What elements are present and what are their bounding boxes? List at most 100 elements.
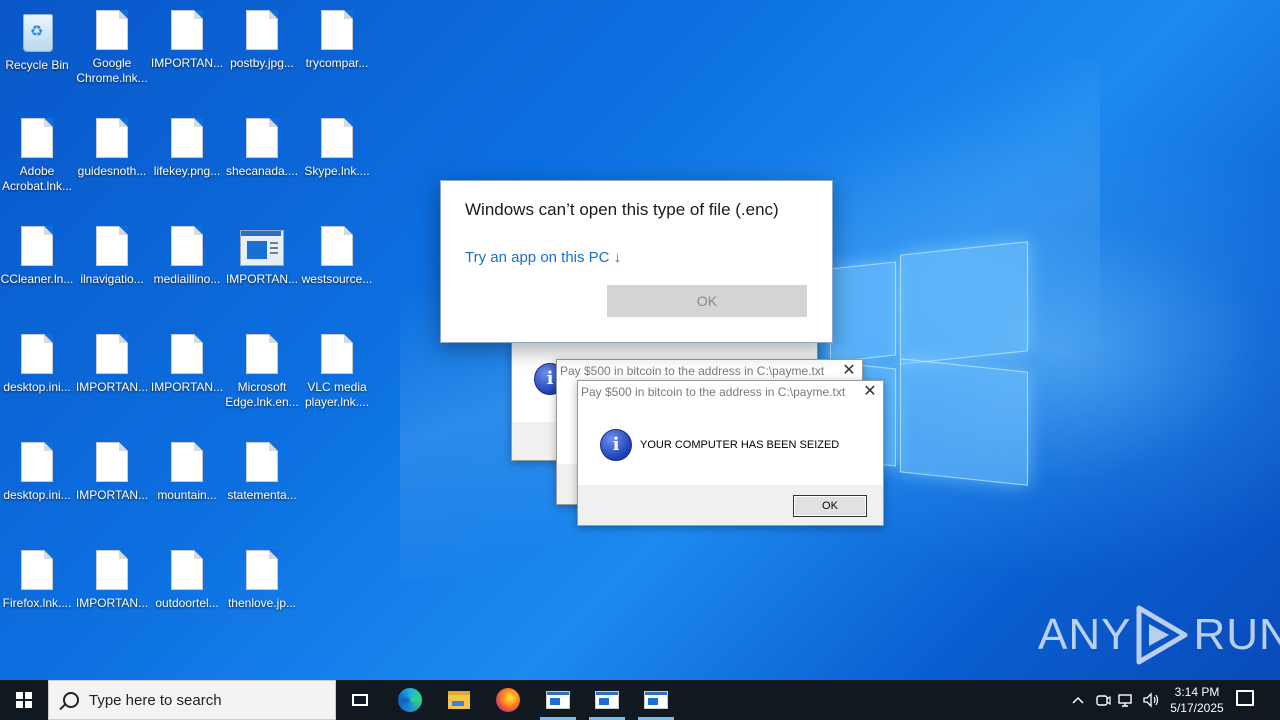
desktop-icon-file[interactable]: lifekey.png... (150, 108, 224, 179)
file-icon (21, 226, 53, 266)
open-with-dialog[interactable]: Windows can’t open this type of file (.e… (440, 180, 833, 343)
file-icon (246, 550, 278, 590)
icon-label: CCleaner.ln... (0, 272, 74, 286)
search-icon (63, 692, 79, 708)
file-icon (321, 118, 353, 158)
file-icon (171, 550, 203, 590)
app-taskbar-button[interactable] (534, 680, 582, 720)
ransom-message: YOUR COMPUTER HAS BEEN SEIZED (640, 439, 840, 451)
desktop-icon-file[interactable]: shecanada.... (225, 108, 299, 179)
dialog-titlebar[interactable]: Pay $500 in bitcoin to the address in C:… (557, 360, 862, 382)
file-explorer-taskbar-button[interactable] (435, 680, 483, 720)
close-icon[interactable]: ✕ (863, 381, 877, 403)
show-hidden-icons-chevron-icon[interactable] (1068, 680, 1088, 720)
file-icon (96, 226, 128, 266)
meet-now-icon[interactable] (1092, 680, 1114, 720)
desktop-icon-file[interactable]: Firefox.lnk.... (0, 540, 74, 611)
file-icon (21, 334, 53, 374)
recycle-bin-icon: ♻ (19, 10, 55, 52)
desktop-icon-file[interactable]: CCleaner.ln... (0, 216, 74, 287)
search-box[interactable]: Type here to search (48, 680, 336, 720)
icon-label: desktop.ini... (3, 488, 71, 502)
start-button[interactable] (0, 680, 48, 720)
desktop-icon-file[interactable]: outdoortel... (150, 540, 224, 611)
desktop-icon-file[interactable]: Adobe Acrobat.lnk... (0, 108, 74, 194)
search-placeholder: Type here to search (89, 692, 222, 709)
firefox-taskbar-button[interactable] (484, 680, 532, 720)
icon-label: guidesnoth... (77, 164, 147, 178)
clock-time: 3:14 PM (1174, 685, 1220, 699)
desktop-icon-file[interactable]: guidesnoth... (75, 108, 149, 179)
file-icon (171, 226, 203, 266)
ok-button[interactable]: OK (607, 285, 807, 317)
icon-label: statementa... (227, 488, 297, 502)
file-icon (171, 442, 203, 482)
desktop-icon-file[interactable]: IMPORTAN... (75, 432, 149, 503)
try-app-link[interactable]: Try an app on this PC ↓ (465, 249, 621, 266)
taskbar: Type here to search 3:14 PM 5/17/2025 (0, 680, 1280, 720)
watermark-left: ANY (1038, 610, 1132, 659)
icon-label: VLC media player.lnk.... (304, 380, 370, 409)
file-icon (96, 10, 128, 50)
icon-label: IMPORTAN... (150, 56, 224, 70)
desktop-icon-file[interactable]: postby.jpg... (225, 0, 299, 71)
desktop-icon-file[interactable]: ilnavigatio... (75, 216, 149, 287)
icon-label: outdoortel... (155, 596, 219, 610)
desktop-icon-file[interactable]: Google Chrome.lnk... (75, 0, 149, 86)
info-icon: i (600, 429, 632, 461)
icon-label: Google Chrome.lnk... (76, 56, 148, 85)
ransom-dialog[interactable]: Pay $500 in bitcoin to the address in C:… (577, 380, 884, 526)
desktop-icon-file[interactable]: VLC media player.lnk.... (300, 324, 374, 410)
desktop-icon-file[interactable]: thenlove.jp... (225, 540, 299, 611)
desktop-icon-file[interactable]: desktop.ini... (0, 432, 74, 503)
dialog-title: Pay $500 in bitcoin to the address in C:… (560, 364, 825, 378)
icon-label: Skype.lnk.... (304, 164, 370, 178)
file-icon (96, 118, 128, 158)
file-icon (96, 550, 128, 590)
icon-label: mediaillino... (153, 272, 221, 286)
desktop-icon-file[interactable]: IMPORTAN... (75, 540, 149, 611)
icon-label: mountain... (157, 488, 217, 502)
desktop-icon-file[interactable]: IMPORTAN... (150, 324, 224, 395)
file-icon (96, 334, 128, 374)
network-icon[interactable] (1116, 680, 1138, 720)
play-logo-icon (1136, 605, 1188, 665)
dialog-title: Windows can’t open this type of file (.e… (465, 200, 779, 219)
windows-logo-pane (900, 241, 1028, 365)
desktop-icon-file[interactable]: desktop.ini... (0, 324, 74, 395)
desktop-icon-recycle-bin[interactable]: ♻ Recycle Bin (0, 0, 74, 73)
desktop-icon-file[interactable]: IMPORTAN... (75, 324, 149, 395)
desktop-icon-app[interactable]: IMPORTAN... (225, 216, 299, 287)
close-icon[interactable]: ✕ (842, 360, 856, 382)
icon-label: Microsoft Edge.lnk.en... (225, 380, 299, 409)
desktop-icon-file[interactable]: IMPORTAN... (150, 0, 224, 71)
file-icon (321, 226, 353, 266)
icon-label: Adobe Acrobat.lnk... (1, 164, 73, 193)
icon-label: IMPORTAN... (75, 380, 149, 394)
desktop-icon-file[interactable]: trycompar... (300, 0, 374, 71)
app-taskbar-button[interactable] (632, 680, 680, 720)
icon-label: ilnavigatio... (80, 272, 144, 286)
task-view-button[interactable] (336, 680, 384, 720)
file-icon (171, 118, 203, 158)
ok-button[interactable]: OK (793, 495, 867, 517)
windows-logo-pane (830, 261, 896, 363)
icon-label: Recycle Bin (5, 58, 69, 72)
file-icon (21, 442, 53, 482)
desktop-icon-file[interactable]: Microsoft Edge.lnk.en... (225, 324, 299, 410)
clock-date: 5/17/2025 (1170, 701, 1224, 715)
desktop-icon-file[interactable]: mediaillino... (150, 216, 224, 287)
volume-icon[interactable] (1140, 680, 1162, 720)
clock[interactable]: 3:14 PM 5/17/2025 (1160, 684, 1234, 716)
icon-label: IMPORTAN... (225, 272, 299, 286)
desktop-icon-file[interactable]: westsource... (300, 216, 374, 287)
desktop-icon-file[interactable]: mountain... (150, 432, 224, 503)
file-icon (171, 10, 203, 50)
app-taskbar-button[interactable] (583, 680, 631, 720)
app-window-icon (595, 691, 619, 709)
desktop-icon-file[interactable]: Skype.lnk.... (300, 108, 374, 179)
desktop-icon-file[interactable]: statementa... (225, 432, 299, 503)
notification-center-icon[interactable] (1236, 690, 1254, 706)
dialog-titlebar[interactable]: Pay $500 in bitcoin to the address in C:… (578, 381, 883, 403)
edge-taskbar-button[interactable] (386, 680, 434, 720)
